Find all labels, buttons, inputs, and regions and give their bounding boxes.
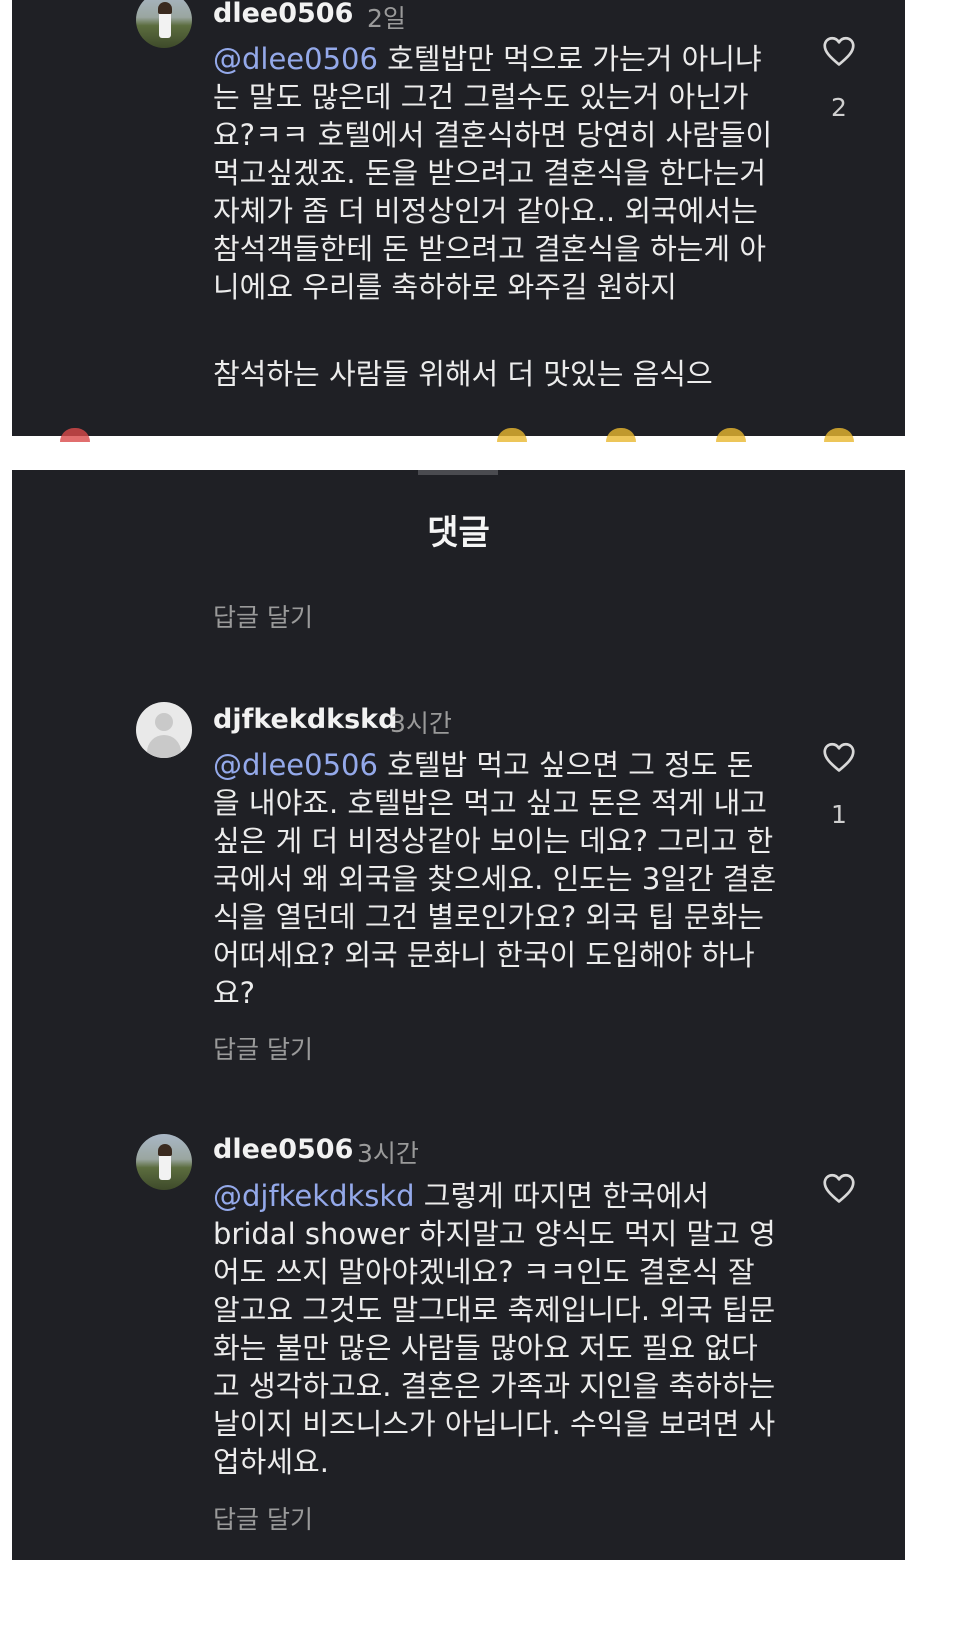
comments-sheet: 댓글 답글 달기 djfkekdkskd 3시간 @dlee0506 호텔밥 먹… <box>12 470 905 1560</box>
comment-username[interactable]: dlee0506 <box>213 1134 353 1165</box>
mention-link[interactable]: @djfkekdkskd <box>213 1179 415 1213</box>
comment-text: @dlee0506 호텔밥만 먹으로 가는거 아니냐는 말도 많은데 그건 그럴… <box>213 40 778 306</box>
comment-text: @dlee0506 호텔밥 먹고 싶으면 그 정도 돈을 내야죠. 호텔밥은 먹… <box>213 746 778 1012</box>
heart-icon[interactable] <box>820 1170 858 1206</box>
drag-handle[interactable] <box>418 470 498 475</box>
sheet-title: 댓글 <box>427 513 490 553</box>
comment-time: 2일 <box>367 4 406 33</box>
reply-button[interactable]: 답글 달기 <box>213 1500 313 1536</box>
comment-body: 그렇게 따지면 한국에서 bridal shower 하지말고 양식도 먹지 말… <box>213 1179 776 1479</box>
comment-body: 호텔밥 먹고 싶으면 그 정도 돈을 내야죠. 호텔밥은 먹고 싶고 돈은 적게… <box>213 748 777 1010</box>
comment-username[interactable]: djfkekdkskd <box>213 704 397 735</box>
avatar[interactable] <box>136 1134 192 1190</box>
avatar[interactable] <box>136 0 192 48</box>
emoji-bar <box>12 424 905 442</box>
comment-text: @djfkekdkskd 그렇게 따지면 한국에서 bridal shower … <box>213 1177 778 1481</box>
reply-button[interactable]: 답글 달기 <box>213 598 313 634</box>
mention-link[interactable]: @dlee0506 <box>213 42 378 76</box>
reply-button[interactable]: 답글 달기 <box>213 1030 313 1066</box>
comment-panel-top: dlee0506 2일 @dlee0506 호텔밥만 먹으로 가는거 아니냐는 … <box>12 0 905 442</box>
heart-icon[interactable] <box>820 739 858 775</box>
mention-link[interactable]: @dlee0506 <box>213 748 378 782</box>
comment-username[interactable]: dlee0506 <box>213 0 353 29</box>
comment-time: 3시간 <box>357 1139 419 1168</box>
comment-text-continued: 참석하는 사람들 위해서 더 맛있는 음식으 <box>213 357 713 391</box>
like-count: 1 <box>831 800 847 829</box>
avatar-default-icon[interactable] <box>136 702 192 758</box>
like-count: 2 <box>831 93 847 122</box>
heart-icon[interactable] <box>820 33 858 69</box>
comment-body: 호텔밥만 먹으로 가는거 아니냐는 말도 많은데 그건 그럴수도 있는거 아닌가… <box>213 42 773 304</box>
comment-time: 3시간 <box>390 709 452 738</box>
